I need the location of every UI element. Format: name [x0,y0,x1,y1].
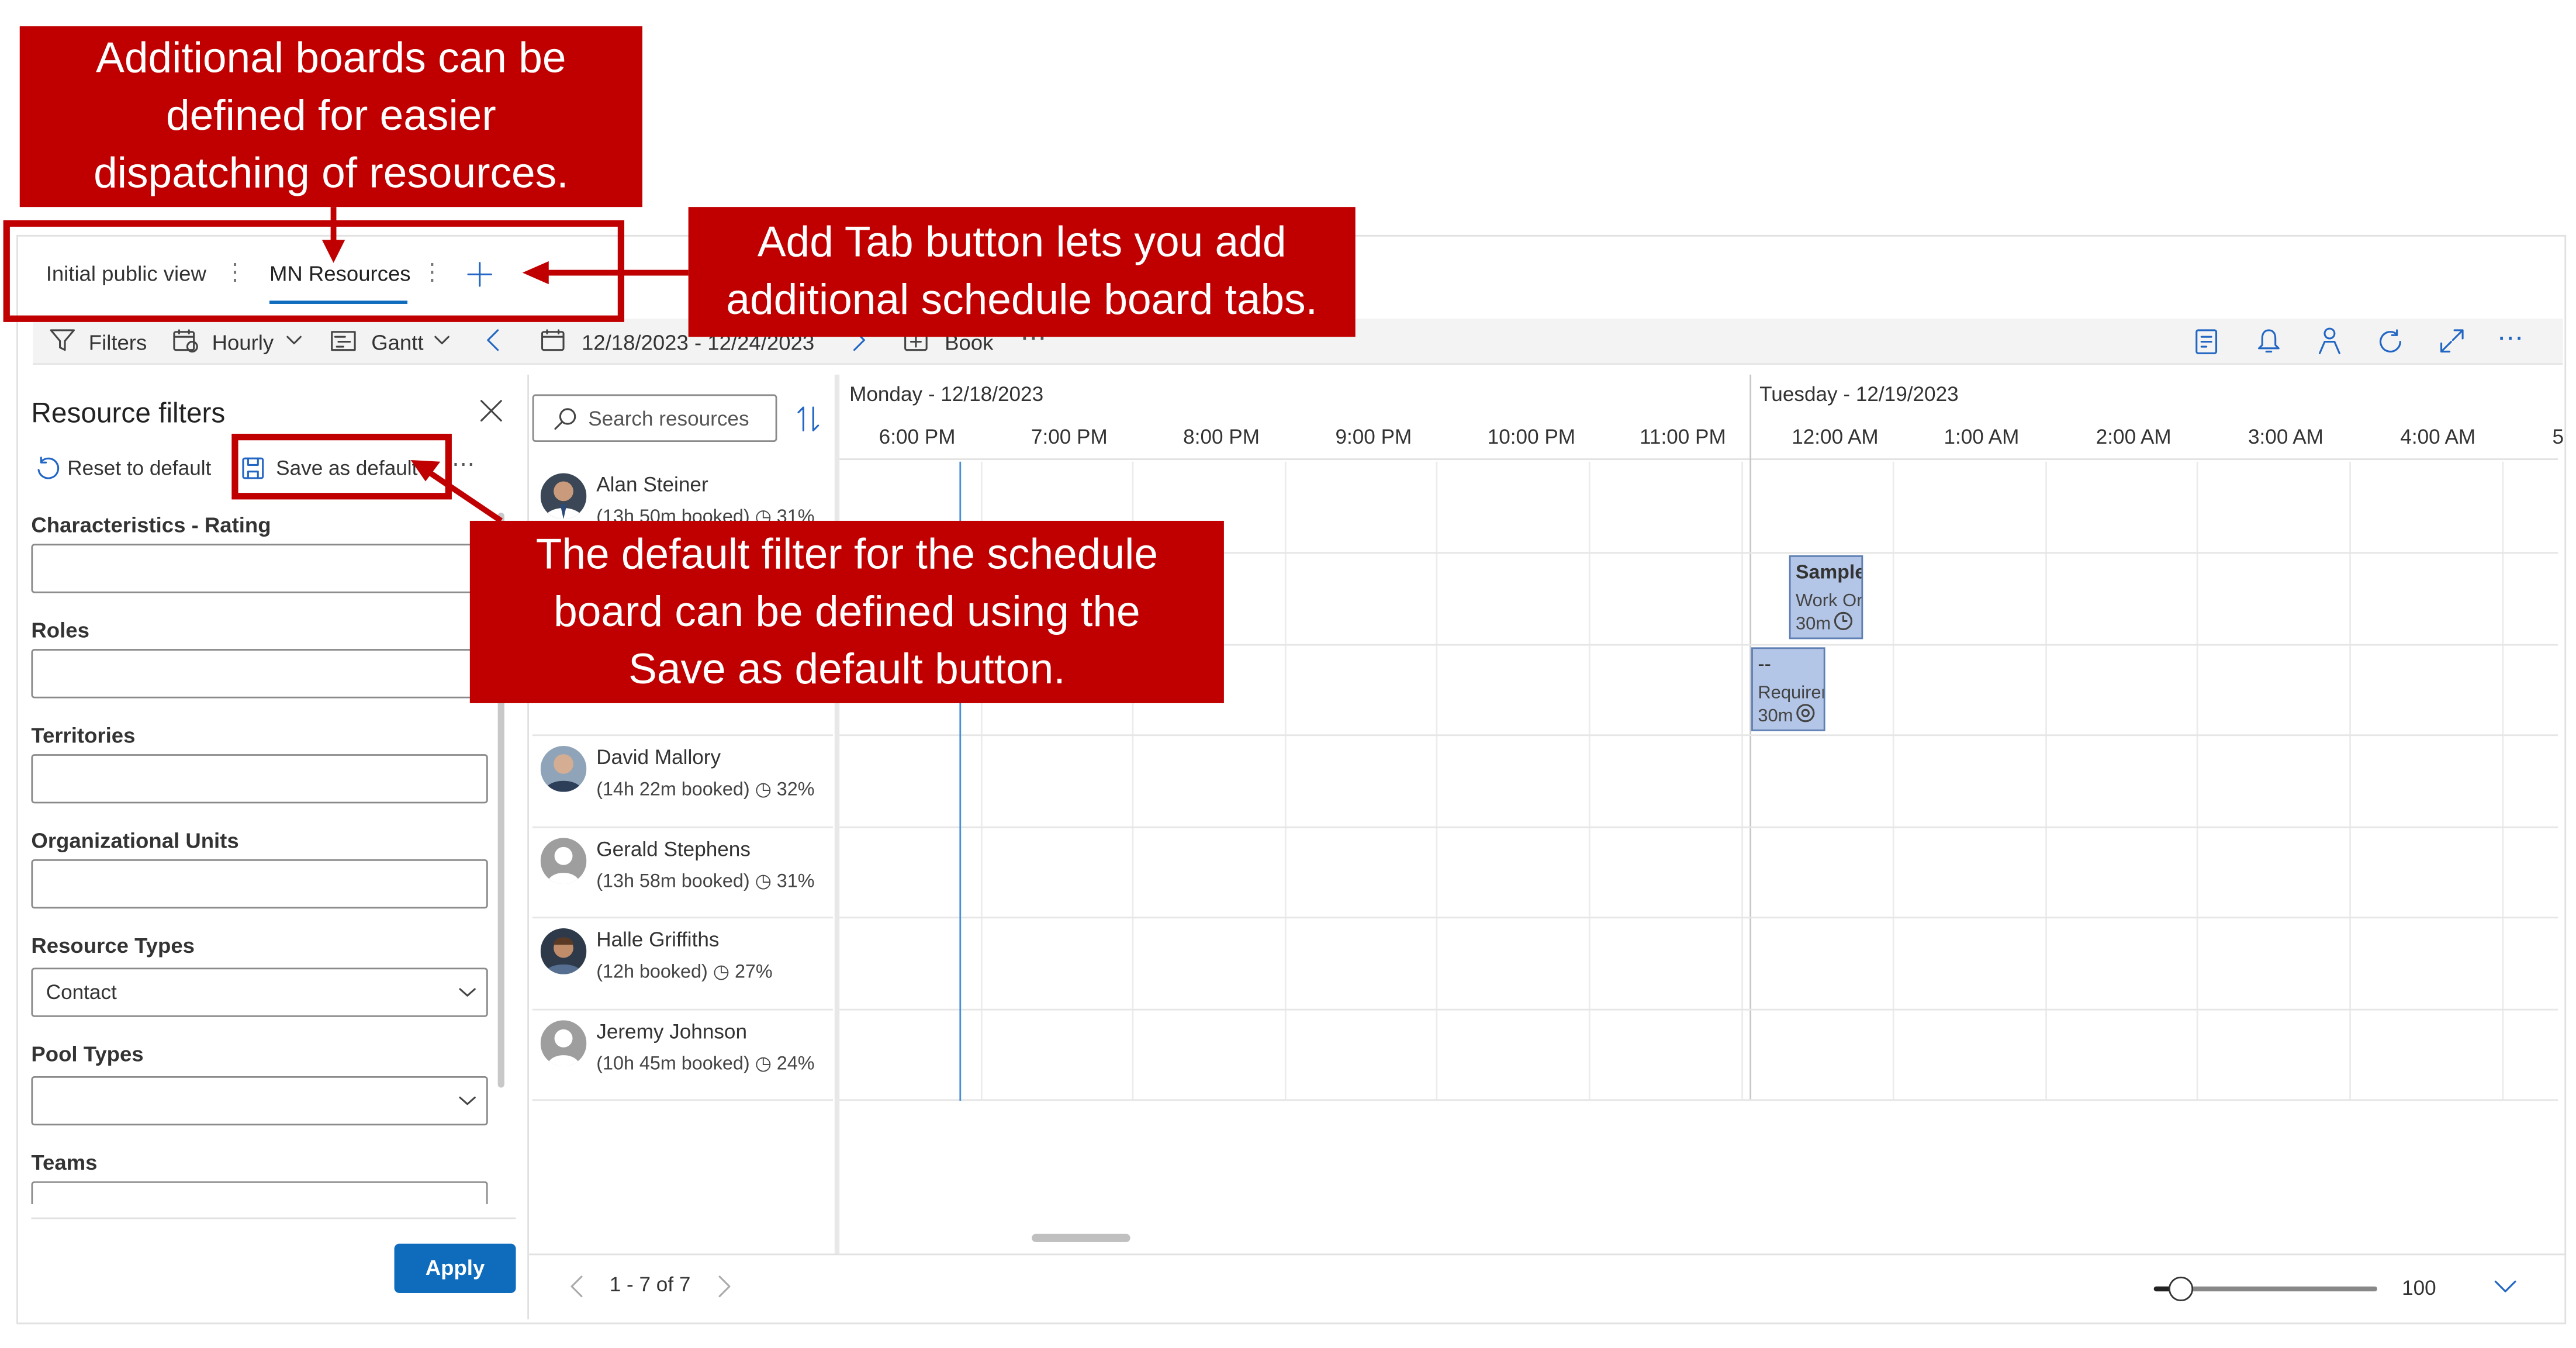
annotation-arrows [321,207,689,524]
